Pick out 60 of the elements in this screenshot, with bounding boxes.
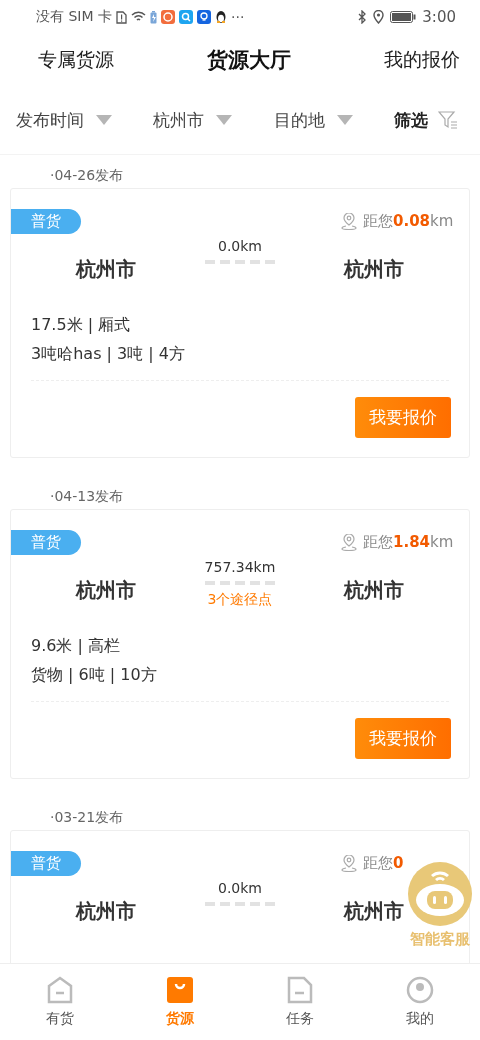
wifi-icon <box>131 11 146 23</box>
route-distance: 0.0km <box>217 880 262 896</box>
waypoints-text: 3个途径点 <box>207 591 273 609</box>
top-tab[interactable]: 我的报价 <box>384 47 460 73</box>
distance-text: 距您0.08km <box>363 212 454 231</box>
battery-charging-icon <box>150 10 157 24</box>
route-distance: 757.34km <box>204 559 276 575</box>
filter-button[interactable]: 筛选 <box>394 108 458 132</box>
app-icon <box>161 10 175 24</box>
bulb-app-icon <box>197 10 211 24</box>
origin-city: 杭州市 <box>75 256 136 283</box>
robot-icon <box>408 862 472 926</box>
filter-dropdown[interactable]: 发布时间 <box>16 108 112 132</box>
cargo-card[interactable]: 普货 距您1.84km 杭州市 757.34km 3个途径点 杭州市 9.6米 | 高栏 货物 | 6吨 | 10方 我要报价 <box>10 509 470 779</box>
bottom-tab[interactable]: 我的 <box>380 976 460 1028</box>
destination-city: 杭州市 <box>344 577 405 604</box>
battery-icon <box>390 11 417 23</box>
origin-city: 杭州市 <box>75 898 136 925</box>
cargo-card[interactable]: 普货 距您0.08km 杭州市 0.0km 杭州市 17.5米 | 厢式 3吨哈has | 3吨 | 4方 我要报价 <box>10 188 470 458</box>
filter-dropdown[interactable]: 杭州市 <box>153 108 233 132</box>
clock-text: 3:00 <box>422 8 456 26</box>
location-icon <box>373 10 385 24</box>
bluetooth-icon <box>358 10 368 24</box>
top-tab[interactable]: 专属货源 <box>38 47 114 73</box>
carrier-text: 没有 SIM 卡 <box>36 8 112 26</box>
cargo-spec: 货物 | 6吨 | 10方 <box>31 664 158 686</box>
location-pin-icon <box>341 855 357 872</box>
cargo-type-tag: 普货 <box>11 530 81 555</box>
bottom-tab[interactable]: 有货 <box>20 976 100 1028</box>
origin-city: 杭州市 <box>75 577 136 604</box>
more-notifications-text: ··· <box>231 9 245 25</box>
bag-icon <box>166 976 194 1004</box>
route-distance: 0.0km <box>217 238 262 254</box>
cargo-type-tag: 普货 <box>11 209 81 234</box>
caret-icon <box>96 115 112 125</box>
top-tab[interactable]: 货源大厅 <box>207 46 291 74</box>
location-pin-icon <box>341 213 357 230</box>
bottom-tab[interactable]: 任务 <box>260 976 340 1028</box>
publish-date: ·03-21发布 <box>49 808 125 827</box>
publish-date: ·04-26发布 <box>49 166 125 185</box>
home-icon <box>47 976 73 1004</box>
sim-alert-icon <box>116 10 127 24</box>
document-icon <box>287 976 313 1004</box>
person-icon <box>406 976 434 1004</box>
cargo-spec: 3吨哈has | 3吨 | 4方 <box>31 343 186 365</box>
search-app-icon <box>179 10 193 24</box>
destination-city: 杭州市 <box>344 256 405 283</box>
publish-date: ·04-13发布 <box>49 487 125 506</box>
distance-text: 距您0 <box>363 854 404 873</box>
caret-icon <box>336 115 353 125</box>
cargo-spec: 17.5米 | 厢式 <box>31 314 132 336</box>
penguin-icon <box>215 10 227 24</box>
cargo-type-tag: 普货 <box>11 851 81 876</box>
filter-dropdown[interactable]: 目的地 <box>273 108 353 132</box>
location-pin-icon <box>341 534 357 551</box>
destination-city: 杭州市 <box>344 898 405 925</box>
distance-text: 距您1.84km <box>363 533 454 552</box>
cargo-spec: 9.6米 | 高栏 <box>31 635 121 657</box>
caret-icon <box>216 115 233 125</box>
filter-icon <box>438 110 458 130</box>
